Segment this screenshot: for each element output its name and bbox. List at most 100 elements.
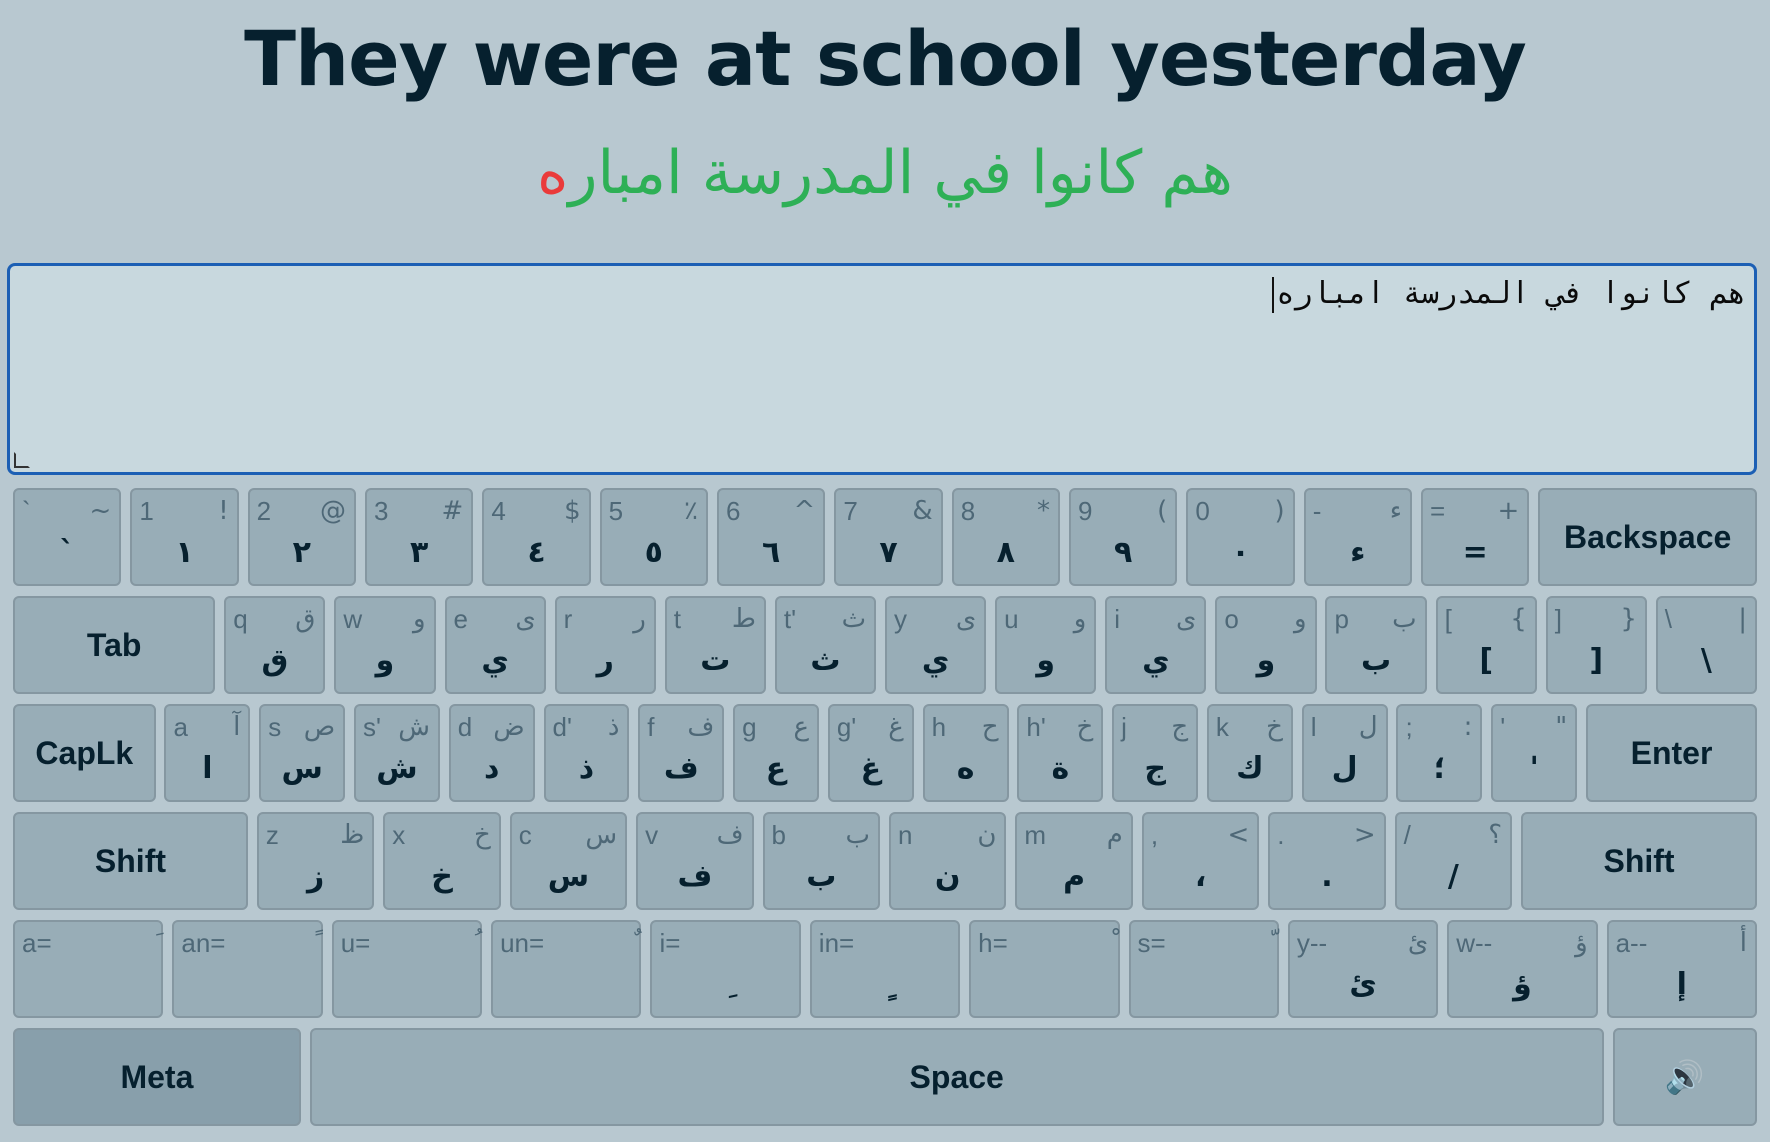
key-d2[interactable]: d' ذ ذ — [543, 704, 630, 802]
key-latin-label: in= — [818, 928, 855, 958]
key-u[interactable]: uوو — [995, 596, 1097, 694]
key-x[interactable]: xخخ — [383, 812, 501, 910]
key-alif-hamza[interactable]: a-- أ إ — [1606, 920, 1757, 1018]
key-damma[interactable]: u=ُ — [331, 920, 483, 1018]
key-m[interactable]: mمم — [1015, 812, 1133, 910]
key-b[interactable]: bبب — [762, 812, 880, 910]
key-sukun[interactable]: h=ْ — [969, 920, 1120, 1018]
key-shift-label: ؟ — [1488, 820, 1503, 850]
key-shift-label: ر — [633, 604, 646, 634]
key-enter[interactable]: Enter — [1586, 704, 1757, 802]
key-h2[interactable]: h' خ ة — [1017, 704, 1104, 802]
key-minus[interactable]: -ءء — [1303, 488, 1412, 586]
key-fathatan[interactable]: an=ً — [172, 920, 323, 1018]
key-shift-label: ء — [1389, 496, 1402, 526]
key-shift-label: ذ — [607, 712, 620, 742]
prompt-arabic-error: ه — [537, 138, 569, 208]
key-h[interactable]: h حه — [922, 704, 1009, 802]
key-e[interactable]: e ىي — [444, 596, 546, 694]
key-s2[interactable]: s' ش ش — [353, 704, 440, 802]
key-sound[interactable]: 🔊 — [1612, 1028, 1757, 1126]
key-y[interactable]: y ىي — [885, 596, 987, 694]
key-backtick[interactable]: ` ~ ` — [13, 488, 122, 586]
key-backslash[interactable]: \ | \ — [1655, 596, 1757, 694]
key-r[interactable]: rرر — [554, 596, 656, 694]
key-4[interactable]: 4 $٤ — [482, 488, 591, 586]
key-latin-label: g' — [836, 712, 857, 742]
key-shift-label: * — [1036, 496, 1050, 526]
key-a[interactable]: a آا — [164, 704, 251, 802]
key-i[interactable]: i ىي — [1105, 596, 1207, 694]
key-f[interactable]: fفف — [638, 704, 725, 802]
key-caplk[interactable]: CapLk — [13, 704, 156, 802]
key-kasra[interactable]: i=ِ — [650, 920, 801, 1018]
key-latin-label: j — [1121, 712, 1127, 742]
key-9[interactable]: 9 (٩ — [1069, 488, 1178, 586]
key-backspace[interactable]: Backspace — [1538, 488, 1757, 586]
key-1[interactable]: 1! ١ — [130, 488, 239, 586]
key-z[interactable]: z ظز — [256, 812, 375, 910]
key-n[interactable]: nنن — [888, 812, 1007, 910]
key-arabic-label: ` — [59, 535, 75, 570]
key-d[interactable]: dضد — [448, 704, 535, 802]
key-fatha[interactable]: a=َ — [13, 920, 164, 1018]
key-arabic-label: ت — [700, 643, 731, 678]
key-q[interactable]: qقق — [224, 596, 326, 694]
key-kasratan[interactable]: in=ٍ — [809, 920, 961, 1018]
key-0[interactable]: 0) ٠ — [1186, 488, 1295, 586]
key-p[interactable]: pبب — [1325, 596, 1427, 694]
key-latin-label: 5 — [608, 496, 624, 526]
key-space[interactable]: Space — [309, 1028, 1604, 1126]
key-3[interactable]: 3 #٣ — [365, 488, 474, 586]
key-arabic-label: و — [375, 643, 395, 678]
key-semicolon[interactable]: ;: ؛ — [1396, 704, 1483, 802]
key-g2[interactable]: g' غ غ — [827, 704, 914, 802]
key-rbracket[interactable]: ]}] — [1545, 596, 1647, 694]
key-waw-hamza[interactable]: w-- ؤ ؤ — [1447, 920, 1598, 1018]
key-shift-label: خ — [1266, 712, 1283, 742]
key-latin-label: \ — [1664, 604, 1673, 634]
key-meta[interactable]: Meta — [13, 1028, 301, 1126]
key-8[interactable]: 8 * ٨ — [951, 488, 1060, 586]
key-shift-left[interactable]: Shift — [13, 812, 248, 910]
key-k[interactable]: k خك — [1206, 704, 1293, 802]
key-7[interactable]: 7 & ٧ — [834, 488, 943, 586]
key-6[interactable]: 6 ^ ٦ — [717, 488, 826, 586]
key-shift-label: ؤ — [1575, 928, 1588, 958]
key-shift-label: ى — [1176, 604, 1197, 634]
key-shadda[interactable]: s=ّ — [1128, 920, 1279, 1018]
key-s[interactable]: sصس — [259, 704, 346, 802]
key-equals[interactable]: = + = — [1421, 488, 1530, 586]
key-lbracket[interactable]: [{[ — [1435, 596, 1537, 694]
key-o[interactable]: oوو — [1215, 596, 1317, 694]
key-arabic-label: ١ — [175, 535, 194, 570]
key-yaa-hamza[interactable]: y-- ئ ئ — [1287, 920, 1439, 1018]
key-dammatan[interactable]: un=ٌ — [491, 920, 642, 1018]
resize-handle-icon[interactable] — [14, 452, 30, 468]
answer-text: هم كانوا في المدرسة امباره — [1276, 276, 1746, 311]
key-5[interactable]: 5 ٪ ٥ — [599, 488, 708, 586]
key-slash[interactable]: / ؟ / — [1394, 812, 1513, 910]
key-t[interactable]: t طت — [664, 596, 766, 694]
key-l[interactable]: lلل — [1301, 704, 1388, 802]
key-c[interactable]: cسس — [509, 812, 628, 910]
key-comma[interactable]: , < ، — [1141, 812, 1260, 910]
key-quote[interactable]: ' " ' — [1491, 704, 1578, 802]
answer-textarea[interactable]: هم كانوا في المدرسة امباره — [7, 263, 1757, 475]
key-tab[interactable]: Tab — [13, 596, 216, 694]
key-g[interactable]: gعع — [733, 704, 820, 802]
key-2[interactable]: 2 @٢ — [247, 488, 356, 586]
key-v[interactable]: vفف — [636, 812, 754, 910]
key-latin-label: t' — [783, 604, 797, 634]
key-shift-right[interactable]: Shift — [1521, 812, 1757, 910]
key-arabic-label: ' — [1529, 751, 1539, 786]
key-j[interactable]: jجج — [1112, 704, 1199, 802]
key-w[interactable]: wوو — [334, 596, 436, 694]
key-t2[interactable]: t' ث ث — [774, 596, 877, 694]
key-label: Tab — [86, 626, 142, 663]
key-shift-label: ب — [1392, 604, 1417, 634]
key-arabic-label: خ — [431, 859, 453, 894]
key-shift-label: < — [1227, 820, 1250, 850]
key-period[interactable]: . >. — [1268, 812, 1386, 910]
key-arabic-label: ٤ — [527, 535, 546, 570]
